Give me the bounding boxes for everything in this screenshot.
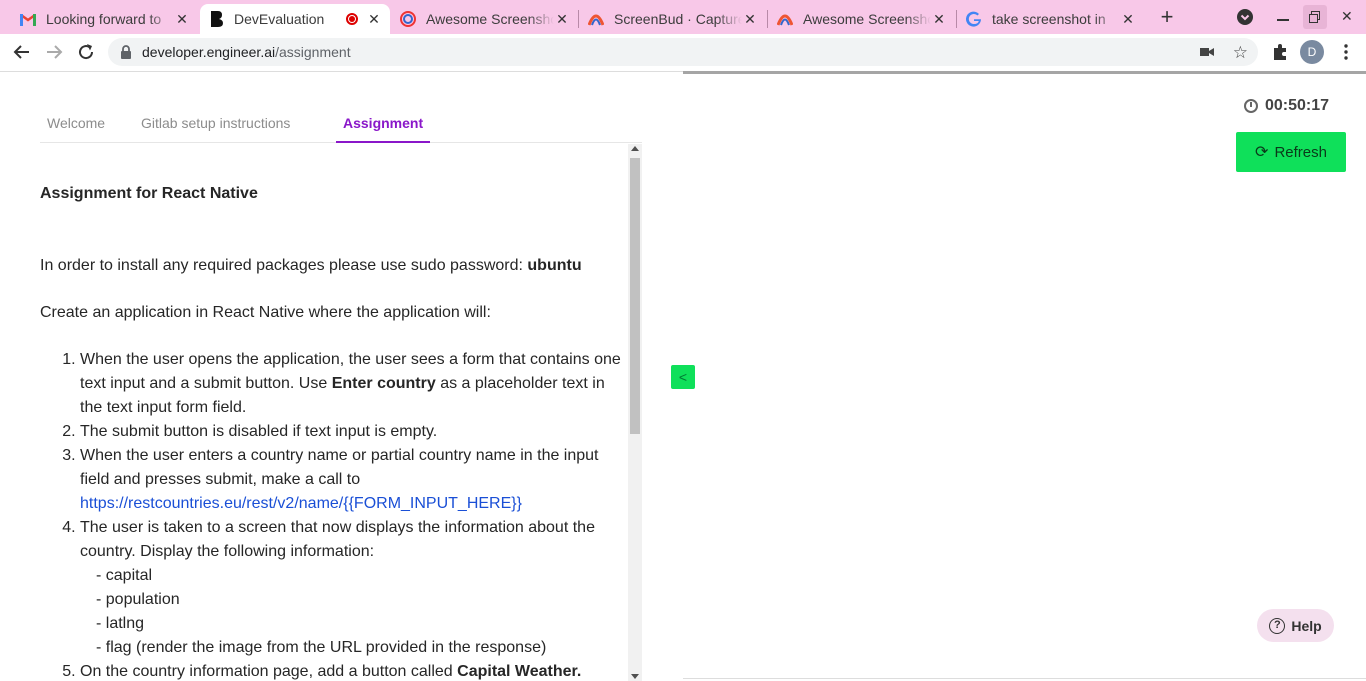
forward-icon[interactable] xyxy=(42,40,66,64)
tab-title: Looking forward to xyxy=(46,11,162,27)
camera-icon[interactable] xyxy=(1200,46,1214,58)
new-tab-icon[interactable]: + xyxy=(1157,6,1177,28)
info-item-capital: - capital xyxy=(96,567,153,584)
gmail-icon xyxy=(20,11,36,27)
profile-avatar[interactable]: D xyxy=(1300,40,1324,64)
content-scrollbar[interactable] xyxy=(628,144,642,681)
address-bar[interactable]: developer.engineer.ai/assignment ☆ xyxy=(108,38,1258,66)
list-item: When the user enters a country name or p… xyxy=(80,444,628,516)
lock-icon xyxy=(120,45,132,59)
browser-tab[interactable]: Awesome Screenshot ✕ xyxy=(769,4,955,34)
tab-title: take screenshot in xyxy=(992,11,1106,27)
minimize-icon[interactable] xyxy=(1277,19,1289,21)
tab-search-icon[interactable] xyxy=(1237,9,1253,25)
tab-title: Awesome Screenshot xyxy=(426,11,554,27)
list-item: The user is taken to a screen that now d… xyxy=(80,516,628,660)
collapse-pane-button[interactable]: < xyxy=(671,365,695,389)
tab-divider xyxy=(956,10,957,28)
browser-tab[interactable]: take screenshot in ✕ xyxy=(958,4,1144,34)
requirements-list: When the user opens the application, the… xyxy=(40,348,628,681)
timer-value: 00:50:17 xyxy=(1265,97,1330,114)
tab-welcome[interactable]: Welcome xyxy=(40,104,112,143)
restore-icon[interactable] xyxy=(1303,5,1327,29)
refresh-label: Refresh xyxy=(1274,143,1327,161)
browser-tab[interactable]: Awesome Screenshot ✕ xyxy=(392,4,578,34)
assignment-content: Assignment for React Native In order to … xyxy=(40,144,628,681)
install-note: In order to install any required package… xyxy=(40,254,628,278)
step-4-text: The user is taken to a screen that now d… xyxy=(80,519,595,560)
help-label: Help xyxy=(1291,617,1322,634)
info-item-flag: - flag (render the image from the URL pr… xyxy=(96,639,547,656)
intro-text: Create an application in React Native wh… xyxy=(40,304,491,321)
tab-title: ScreenBud · Capture xyxy=(614,11,742,27)
tab-title: Awesome Screenshot xyxy=(803,11,931,27)
bookmark-star-icon[interactable]: ☆ xyxy=(1233,43,1248,63)
close-icon[interactable]: ✕ xyxy=(554,11,570,28)
help-button[interactable]: ? Help xyxy=(1257,609,1334,642)
tab-title: DevEvaluation xyxy=(234,11,325,27)
back-icon[interactable] xyxy=(10,40,34,64)
engineer-ai-icon xyxy=(208,11,224,27)
countdown-timer: 00:50:17 xyxy=(1244,96,1329,116)
reload-icon[interactable] xyxy=(74,40,98,64)
assignment-title: Assignment for React Native xyxy=(40,185,258,202)
url-host: developer.engineer.ai xyxy=(142,44,276,60)
google-icon xyxy=(966,11,982,27)
list-item: The submit button is disabled if text in… xyxy=(80,420,628,444)
close-window-icon[interactable]: ✕ xyxy=(1341,8,1353,25)
list-item: On the country information page, add a b… xyxy=(80,660,628,681)
scrollbar-thumb[interactable] xyxy=(630,158,640,434)
close-icon[interactable]: ✕ xyxy=(174,11,190,28)
info-item-latlng: - latlng xyxy=(96,615,145,632)
url-path: /assignment xyxy=(275,44,351,60)
screenbud-icon xyxy=(588,11,604,27)
step-5-text: On the country information page, add a b… xyxy=(80,663,453,680)
scroll-down-icon[interactable] xyxy=(631,674,639,679)
right-pane-border xyxy=(683,71,1366,74)
assignment-nav: Welcome Gitlab setup instructions Assign… xyxy=(40,104,642,143)
awesome-screenshot-icon xyxy=(400,11,416,27)
extensions-icon[interactable] xyxy=(1268,40,1292,64)
tab-divider xyxy=(578,10,579,28)
clock-icon xyxy=(1244,99,1258,113)
refresh-icon: ⟳ xyxy=(1255,144,1269,161)
refresh-button[interactable]: ⟳ Refresh xyxy=(1236,132,1346,172)
close-icon[interactable]: ✕ xyxy=(931,11,947,28)
right-pane-bottom-border xyxy=(683,678,1366,679)
close-icon[interactable]: ✕ xyxy=(742,11,758,28)
browser-tab-active[interactable]: DevEvaluation ✕ xyxy=(200,4,390,34)
tab-gitlab-setup[interactable]: Gitlab setup instructions xyxy=(134,104,297,143)
api-link[interactable]: https://restcountries.eu/rest/v2/name/{{… xyxy=(80,495,522,512)
sudo-password: ubuntu xyxy=(527,257,582,274)
browser-tab[interactable]: Looking forward to ✕ xyxy=(12,4,198,34)
placeholder-name: Enter country xyxy=(331,375,436,392)
capital-weather-label: Capital Weather. xyxy=(457,663,582,680)
close-icon[interactable]: ✕ xyxy=(1120,11,1136,28)
info-item-population: - population xyxy=(96,591,180,608)
browser-tab-strip: Looking forward to ✕ DevEvaluation ✕ Awe… xyxy=(0,0,1366,34)
scroll-up-icon[interactable] xyxy=(631,146,639,151)
list-item: When the user opens the application, the… xyxy=(80,348,628,420)
browser-toolbar: developer.engineer.ai/assignment ☆ D xyxy=(0,34,1366,71)
more-menu-icon[interactable] xyxy=(1334,40,1358,64)
close-icon[interactable]: ✕ xyxy=(366,11,382,28)
tab-assignment[interactable]: Assignment xyxy=(336,104,431,143)
question-icon: ? xyxy=(1269,617,1286,634)
screenbud-icon xyxy=(777,11,793,27)
step-3-text: When the user enters a country name or p… xyxy=(80,447,599,488)
tab-divider xyxy=(767,10,768,28)
browser-tab[interactable]: ScreenBud · Capture ✕ xyxy=(580,4,766,34)
recording-icon xyxy=(346,13,358,25)
install-note-text: In order to install any required package… xyxy=(40,257,523,274)
